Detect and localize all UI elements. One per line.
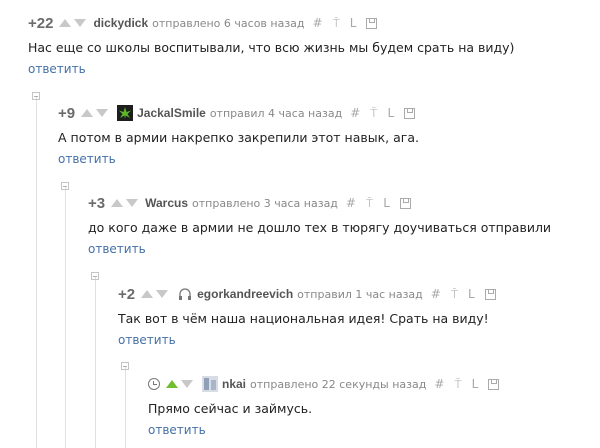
comment-rating: +2 bbox=[118, 285, 136, 303]
downvote-icon[interactable] bbox=[126, 199, 139, 207]
thread-line bbox=[36, 96, 37, 448]
save-icon[interactable] bbox=[366, 17, 378, 29]
hash-icon[interactable]: # bbox=[431, 287, 441, 301]
comment-tools: # ⍑ ᒪ bbox=[350, 106, 425, 121]
reply-branch-icon[interactable]: ᒪ bbox=[350, 16, 357, 30]
upvote-icon[interactable] bbox=[141, 290, 154, 298]
comment-time[interactable]: отправил 4 часа назад bbox=[210, 107, 342, 120]
reply-link[interactable]: ответить bbox=[88, 242, 146, 256]
comment-header: +9 JackalSmile отправил 4 часа назад # ⍑… bbox=[58, 104, 425, 122]
hash-icon[interactable]: # bbox=[346, 196, 356, 210]
collapse-icon[interactable] bbox=[91, 272, 99, 280]
comment-text: до кого даже в армии не дошло тех в тюря… bbox=[88, 220, 552, 235]
comment-rating: +3 bbox=[88, 194, 106, 212]
comment-header: +3 Warcus отправлено 3 часа назад # ⍑ ᒪ bbox=[88, 194, 421, 212]
comment-author[interactable]: dickydick bbox=[93, 16, 148, 30]
upvote-icon[interactable] bbox=[111, 199, 124, 207]
comment-text: Так вот в чём наша национальная идея! Ср… bbox=[118, 311, 489, 326]
collapse-icon[interactable] bbox=[32, 92, 40, 100]
reply-branch-icon[interactable]: ᒪ bbox=[468, 287, 475, 301]
comment-header: +2 egorkandreevich отправил 1 час назад … bbox=[118, 285, 506, 303]
avatar[interactable] bbox=[117, 105, 134, 121]
upvote-icon[interactable] bbox=[59, 19, 72, 27]
downvote-icon[interactable] bbox=[96, 109, 109, 117]
comment-rating: +9 bbox=[58, 104, 76, 122]
comment-rating: +22 bbox=[28, 14, 54, 32]
clock-icon bbox=[148, 378, 160, 390]
pin-icon[interactable]: ⍑ bbox=[370, 106, 377, 121]
comment-author[interactable]: egorkandreevich bbox=[197, 287, 293, 301]
headphones-icon bbox=[179, 288, 192, 300]
reply-branch-icon[interactable]: ᒪ bbox=[387, 106, 394, 120]
comment-tools: # ⍑ ᒪ bbox=[434, 377, 509, 392]
downvote-icon[interactable] bbox=[74, 19, 87, 27]
comment-text: Нас еще со школы воспитывали, что всю жи… bbox=[28, 40, 515, 55]
collapse-icon[interactable] bbox=[61, 182, 69, 190]
comment-time[interactable]: отправлено 22 секунды назад bbox=[250, 378, 426, 391]
thread-line bbox=[125, 366, 126, 448]
reply-link[interactable]: ответить bbox=[118, 333, 176, 347]
vote-controls bbox=[81, 109, 111, 117]
reply-link[interactable]: ответить bbox=[28, 62, 86, 76]
comment-author[interactable]: nkai bbox=[222, 377, 246, 391]
upvote-icon[interactable] bbox=[166, 380, 178, 388]
downvote-icon[interactable] bbox=[181, 380, 193, 388]
pin-icon[interactable]: ⍑ bbox=[451, 287, 458, 302]
comment-tools: # ⍑ ᒪ bbox=[313, 16, 388, 31]
comment-time[interactable]: отправлено 6 часов назад bbox=[152, 17, 304, 30]
comment-time[interactable]: отправлено 3 часа назад bbox=[192, 197, 338, 210]
save-icon[interactable] bbox=[488, 378, 500, 390]
collapse-icon[interactable] bbox=[121, 362, 129, 370]
comment-tools: # ⍑ ᒪ bbox=[431, 287, 506, 302]
vote-controls bbox=[59, 19, 89, 27]
thread-line bbox=[65, 186, 66, 448]
comment-text: А потом в армии накрепко закрепили этот … bbox=[58, 130, 419, 145]
comment-author[interactable]: Warcus bbox=[145, 196, 188, 210]
comment-time[interactable]: отправил 1 час назад bbox=[297, 288, 423, 301]
comment-tools: # ⍑ ᒪ bbox=[346, 196, 421, 211]
vote-controls bbox=[166, 380, 196, 388]
pin-icon[interactable]: ⍑ bbox=[366, 196, 373, 211]
reply-link[interactable]: ответить bbox=[58, 152, 116, 166]
comment-text: Прямо сейчас и займусь. bbox=[148, 401, 313, 416]
reply-branch-icon[interactable]: ᒪ bbox=[383, 196, 390, 210]
pin-icon[interactable]: ⍑ bbox=[454, 377, 461, 392]
vote-controls bbox=[141, 290, 171, 298]
save-icon[interactable] bbox=[399, 197, 411, 209]
upvote-icon[interactable] bbox=[81, 109, 94, 117]
comment-header: +22 dickydick отправлено 6 часов назад #… bbox=[28, 14, 387, 32]
hash-icon[interactable]: # bbox=[434, 377, 444, 391]
reply-branch-icon[interactable]: ᒪ bbox=[472, 377, 479, 391]
save-icon[interactable] bbox=[404, 107, 416, 119]
save-icon[interactable] bbox=[484, 288, 496, 300]
comment-header: nkai отправлено 22 секунды назад # ⍑ ᒪ bbox=[148, 375, 509, 393]
avatar[interactable] bbox=[202, 376, 218, 392]
reply-link[interactable]: ответить bbox=[148, 423, 206, 437]
pin-icon[interactable]: ⍑ bbox=[333, 16, 340, 31]
hash-icon[interactable]: # bbox=[350, 106, 360, 120]
comment-author[interactable]: JackalSmile bbox=[137, 106, 206, 120]
vote-controls bbox=[111, 199, 141, 207]
hash-icon[interactable]: # bbox=[313, 16, 323, 30]
thread-line bbox=[95, 276, 96, 448]
downvote-icon[interactable] bbox=[156, 290, 169, 298]
